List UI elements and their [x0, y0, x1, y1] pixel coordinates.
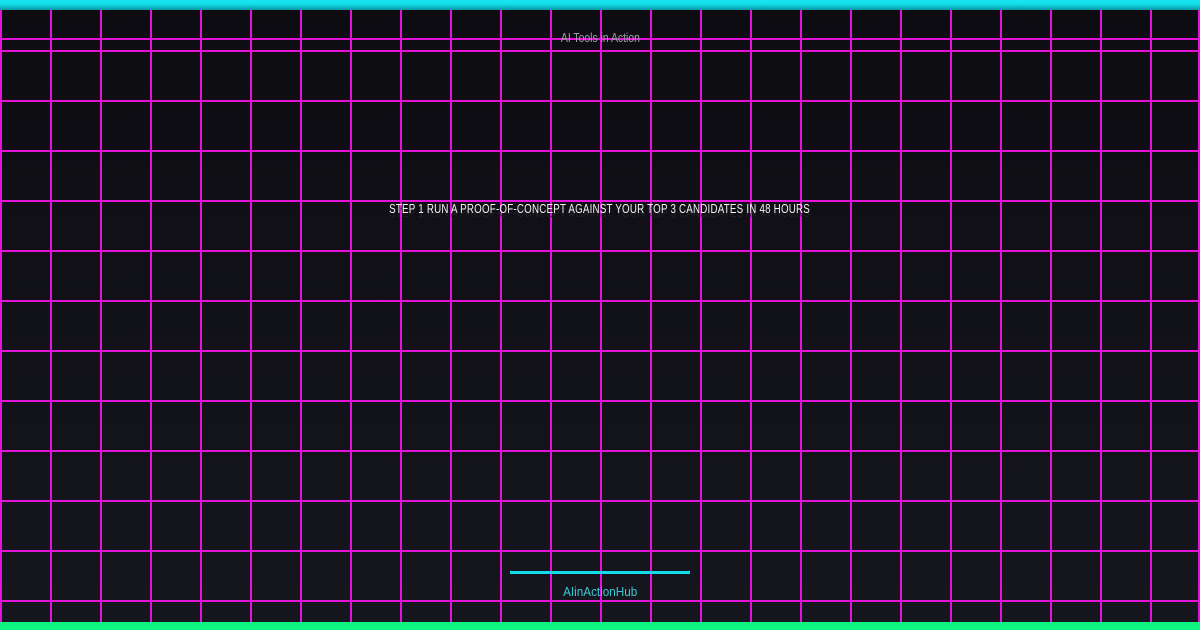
bottom-accent-bar: [0, 622, 1200, 630]
kicker-label: AI Tools in Action: [0, 31, 1200, 45]
banner-card: AI Tools in Action STEP 1 RUN A PROOF-OF…: [0, 0, 1200, 630]
banner-title: STEP 1 RUN A PROOF-OF-CONCEPT AGAINST YO…: [0, 200, 1200, 217]
top-accent-bar: [0, 0, 1200, 10]
brand-text: AIinActionHub: [562, 584, 638, 599]
banner-title-text: STEP 1 RUN A PROOF-OF-CONCEPT AGAINST YO…: [389, 201, 811, 216]
kicker-text: AI Tools in Action: [560, 30, 640, 45]
brand-label: AIinActionHub: [0, 584, 1200, 599]
footer-divider-line: [510, 571, 690, 574]
grid-overlay: [0, 10, 1200, 622]
